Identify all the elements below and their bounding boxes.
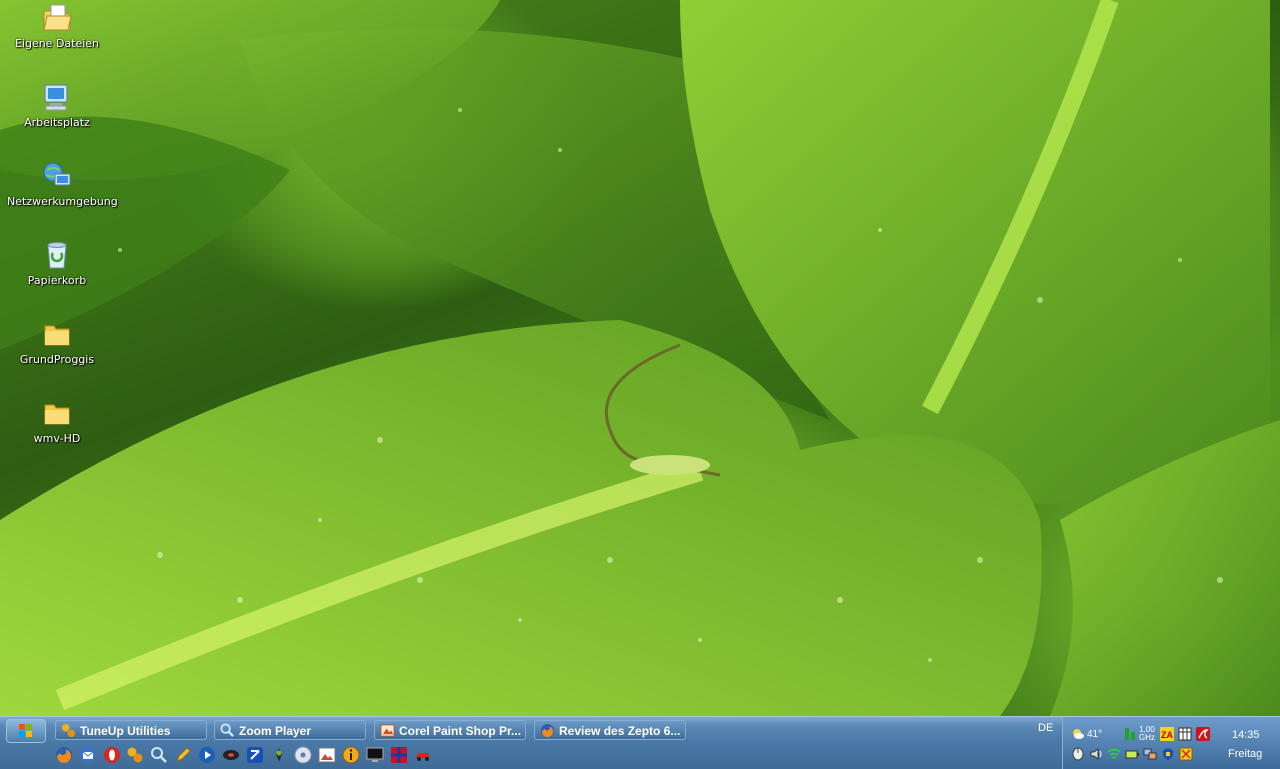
task-button-label: TuneUp Utilities xyxy=(80,724,171,738)
info-icon[interactable] xyxy=(342,746,360,764)
hardware-icon[interactable] xyxy=(1179,747,1193,761)
search-icon[interactable] xyxy=(150,746,168,764)
desktop-icon-label: Netzwerkumgebung xyxy=(7,195,118,208)
weather-icon[interactable] xyxy=(1071,727,1085,741)
adobe-icon[interactable] xyxy=(1196,727,1210,741)
clock-day[interactable]: Freitag xyxy=(1228,748,1262,760)
banana-leaves-illustration xyxy=(0,0,1280,716)
language-indicator[interactable]: DE xyxy=(1038,722,1053,734)
task-button-firefox-review[interactable]: Review des Zepto 6... xyxy=(534,720,686,740)
grid-icon[interactable] xyxy=(390,746,408,764)
zoom-player-icon xyxy=(220,723,234,737)
desktop-icon-eigene-dateien[interactable]: Eigene Dateien xyxy=(7,2,107,50)
desktop-wallpaper xyxy=(0,0,1280,716)
task-button-label: Corel Paint Shop Pr... xyxy=(399,724,522,738)
desktop-icon-wmv-hd[interactable]: wmv-HD xyxy=(7,397,107,445)
task-button-paint-shop[interactable]: Corel Paint Shop Pr... xyxy=(374,720,526,740)
recycle-bin-icon xyxy=(47,242,67,269)
media-icon[interactable] xyxy=(198,746,216,764)
opera-icon[interactable] xyxy=(103,746,121,764)
desktop-icon-label: GrundProggis xyxy=(19,353,95,366)
thunderbird-icon[interactable] xyxy=(79,746,97,764)
zonealarm-label: ZA xyxy=(1161,730,1173,740)
battery-meter-icon[interactable] xyxy=(1123,727,1137,741)
folder-icon xyxy=(44,404,70,425)
volume-icon[interactable] xyxy=(1089,747,1103,761)
game-icon[interactable] xyxy=(270,746,288,764)
firefox-icon[interactable] xyxy=(55,746,73,764)
cpu-frequency: 1,00 GHz xyxy=(1139,726,1155,742)
firefox-icon xyxy=(540,723,555,738)
cpu-frequency-unit: GHz xyxy=(1139,733,1155,742)
clock-time[interactable]: 14:35 xyxy=(1232,729,1260,741)
my-computer-icon xyxy=(44,84,68,111)
task-button-label: Review des Zepto 6... xyxy=(559,724,681,738)
power-icon[interactable] xyxy=(1125,747,1139,761)
task-button-tuneup[interactable]: TuneUp Utilities xyxy=(55,720,207,740)
windows-logo-icon xyxy=(19,724,32,737)
folder-icon xyxy=(44,325,70,346)
task-button-zoom-player[interactable]: Zoom Player xyxy=(214,720,366,740)
network-status-icon[interactable] xyxy=(1143,747,1157,761)
car-icon[interactable] xyxy=(414,746,432,764)
desktop-icon-label: wmv-HD xyxy=(33,432,81,445)
calendar-icon[interactable] xyxy=(1178,727,1192,741)
image-icon[interactable] xyxy=(318,746,336,764)
cd-icon[interactable] xyxy=(294,746,312,764)
desktop-icon-arbeitsplatz[interactable]: Arbeitsplatz xyxy=(7,81,107,129)
tuneup-icon xyxy=(61,723,76,738)
network-places-icon xyxy=(43,162,71,186)
cpu-temperature: 41° xyxy=(1087,729,1103,740)
zonealarm-icon[interactable]: ZA xyxy=(1160,727,1174,741)
desktop-icon-papierkorb[interactable]: Papierkorb xyxy=(7,239,107,287)
desktop-icon-grundproggis[interactable]: GrundProggis xyxy=(7,318,107,366)
paint-shop-icon xyxy=(380,724,395,737)
my-documents-icon xyxy=(43,4,72,31)
monitor-icon[interactable] xyxy=(366,746,384,764)
pencil-icon[interactable] xyxy=(174,746,192,764)
desktop-icon-label: Eigene Dateien xyxy=(14,37,100,50)
desktop-icon-label: Papierkorb xyxy=(27,274,87,287)
dvd-icon[interactable] xyxy=(246,746,264,764)
desktop-icon-label: Arbeitsplatz xyxy=(24,116,90,129)
wifi-icon[interactable] xyxy=(1107,747,1121,761)
mouse-icon[interactable] xyxy=(1071,747,1085,761)
task-button-label: Zoom Player xyxy=(239,724,312,738)
start-button[interactable] xyxy=(6,719,46,743)
taskbar: TuneUp Utilities Zoom Player Corel Paint… xyxy=(0,716,1280,769)
security-icon[interactable] xyxy=(1161,747,1175,761)
desktop-icon-netzwerkumgebung[interactable]: Netzwerkumgebung xyxy=(7,160,118,208)
disc-icon[interactable] xyxy=(222,746,240,764)
tuneup-icon[interactable] xyxy=(126,746,144,764)
system-tray: ZA 41° 1,00 GHz xyxy=(1062,717,1280,769)
